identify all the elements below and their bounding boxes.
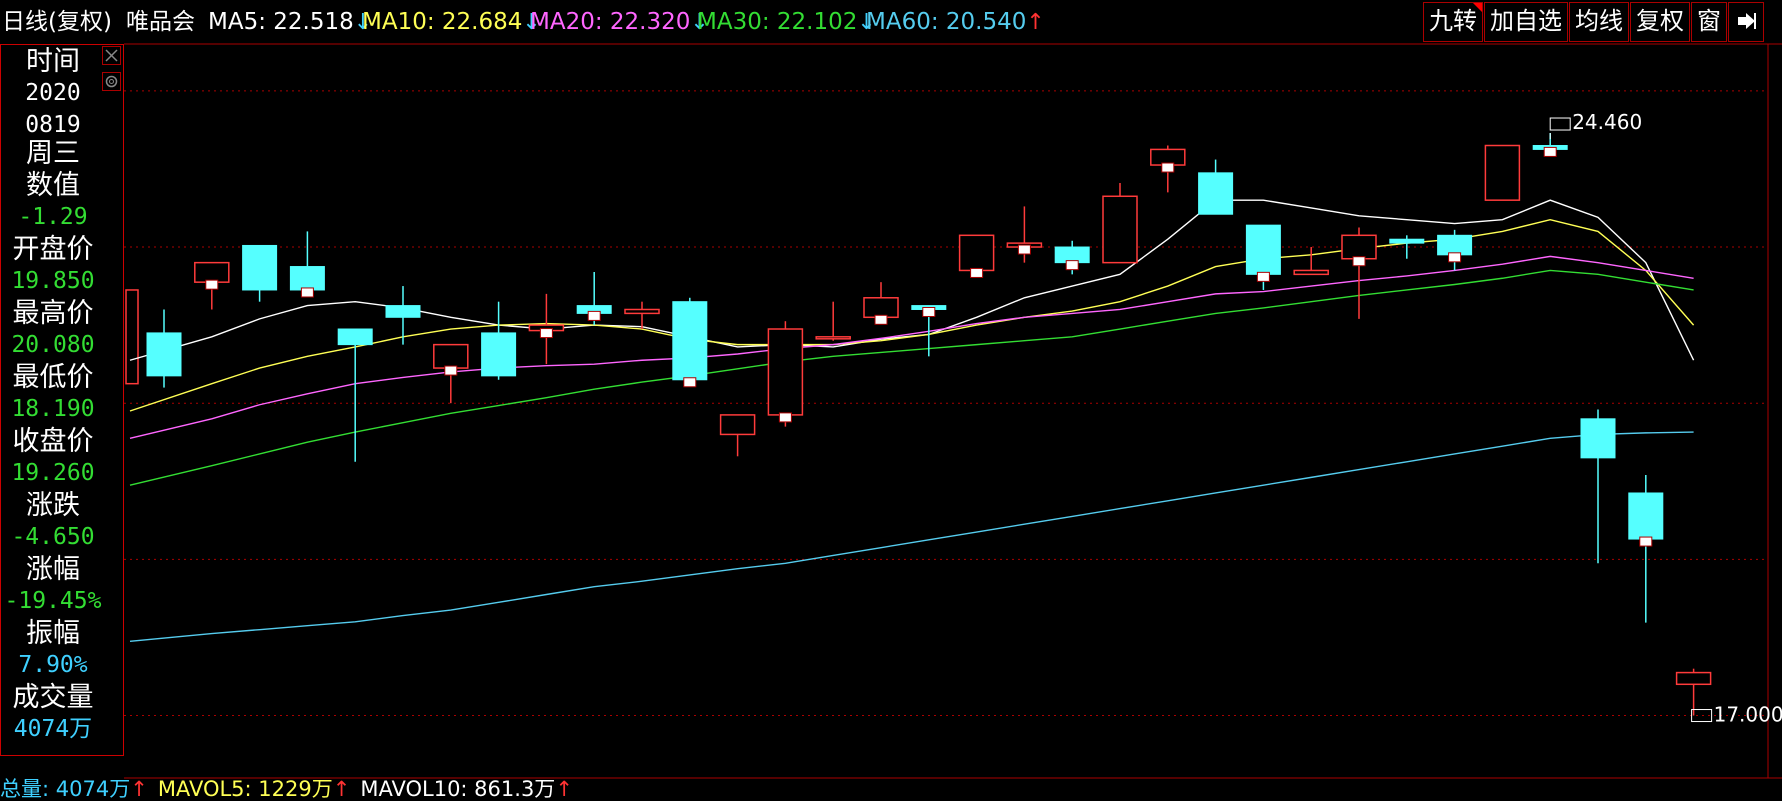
candle-body-down (1198, 172, 1234, 215)
event-marker-icon (205, 279, 219, 290)
min-price-label: 17.000 (1714, 703, 1782, 727)
volume-legend-item: MAVOL5: 1229万↑ (158, 778, 351, 800)
event-marker-icon (539, 328, 553, 339)
candle-body-up (958, 234, 995, 272)
max-price-label: 24.460 (1572, 110, 1642, 134)
event-marker-icon (444, 365, 458, 376)
ma-line-ma60 (129, 431, 1694, 643)
candle-body-down (1580, 418, 1616, 459)
candle-body-up (1484, 144, 1521, 201)
event-marker-icon (683, 377, 697, 388)
candle-body-down (1245, 224, 1281, 275)
candle-body-down (1628, 492, 1664, 540)
candle-body-up (767, 328, 804, 416)
event-marker-icon (1543, 146, 1557, 157)
candle-body-down (385, 305, 421, 318)
candle-body-up (624, 308, 660, 315)
volume-value: 总量: 4074万 (0, 777, 131, 801)
event-marker-icon (1065, 260, 1079, 271)
candle-body-down (146, 332, 182, 377)
candle-body-down (481, 332, 517, 377)
volume-legend-item: MAVOL10: 861.3万↑ (360, 778, 573, 800)
kline-chart[interactable]: 24.460 17.000 (0, 0, 1782, 800)
candle-body-up (719, 414, 756, 436)
trend-arrow-icon: ↑ (555, 777, 573, 801)
volume-legend-item: 总量: 4074万↑ (0, 778, 148, 800)
candle-body-up (815, 336, 851, 340)
candle-partial (125, 289, 139, 385)
trend-arrow-icon: ↑ (332, 777, 351, 801)
event-marker-icon (1352, 256, 1366, 267)
candle-body-down (242, 244, 278, 291)
event-marker-icon (874, 314, 888, 325)
candle-body-down (337, 328, 373, 346)
candle-body-up (1341, 234, 1377, 260)
event-marker-icon (1161, 162, 1175, 173)
max-marker-icon (1549, 117, 1571, 131)
event-marker-icon (922, 306, 936, 317)
candle-body-down (672, 301, 708, 381)
candle-body-down (1437, 234, 1473, 256)
candle-body-up (1675, 671, 1712, 686)
event-marker-icon (778, 412, 792, 423)
candle-body-up (194, 261, 230, 283)
event-marker-icon (587, 310, 601, 321)
candle-body-down (289, 266, 325, 291)
candle-body-up (1102, 195, 1138, 264)
volume-legend: 总量: 4074万↑ MAVOL5: 1229万↑ MAVOL10: 861.3万↑ (0, 778, 583, 800)
volume-value: MAVOL10: 861.3万 (360, 777, 556, 801)
candle-body-up (433, 343, 469, 369)
event-marker-icon (300, 287, 314, 298)
candle-body-up (1293, 269, 1329, 276)
event-marker-icon (1448, 252, 1462, 263)
candle-body-down (1389, 238, 1425, 244)
event-marker-icon (970, 267, 984, 278)
event-marker-icon (1639, 536, 1653, 547)
trend-arrow-icon: ↑ (130, 777, 148, 801)
event-marker-icon (1256, 271, 1270, 282)
event-marker-icon (1017, 244, 1031, 255)
volume-value: MAVOL5: 1229万 (157, 777, 333, 801)
candle-body-up (863, 297, 899, 319)
